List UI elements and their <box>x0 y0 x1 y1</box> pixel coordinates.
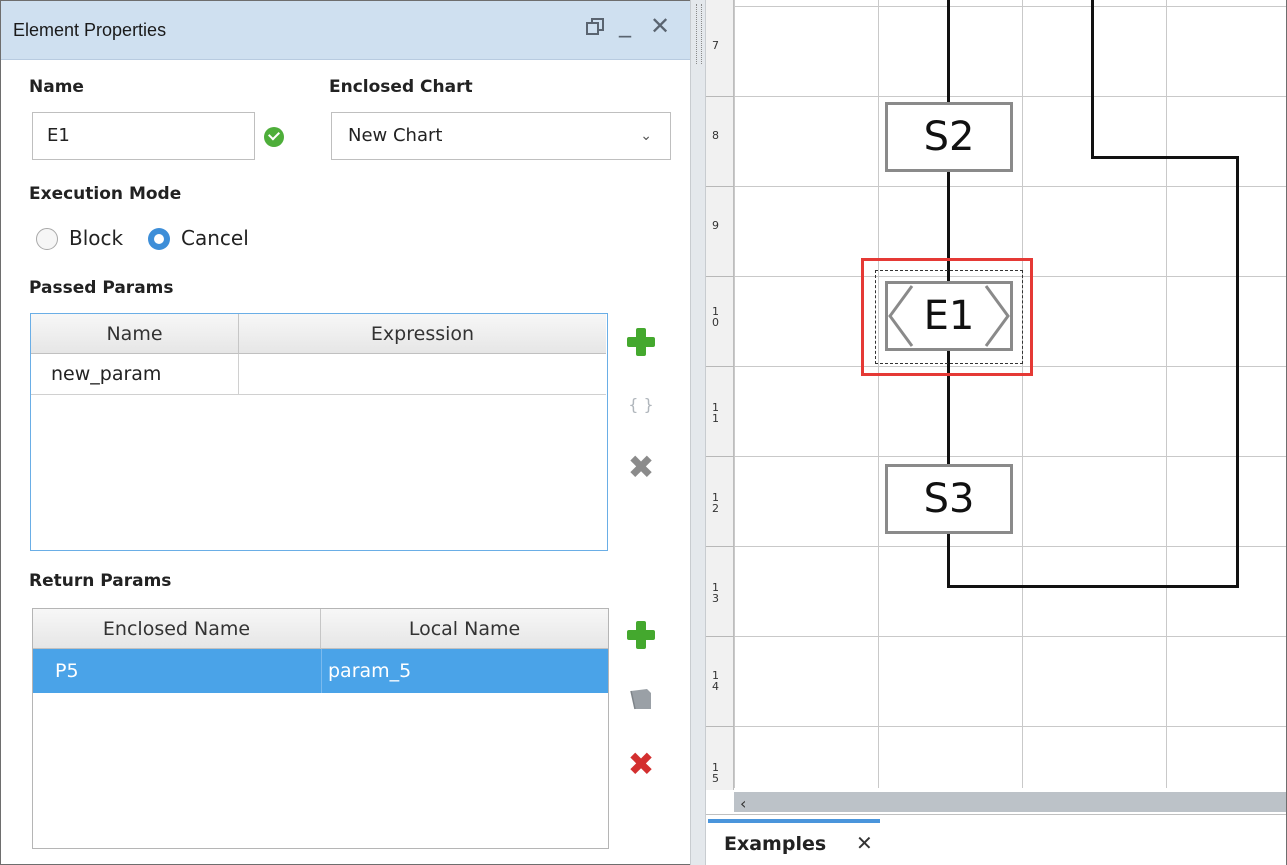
ruler-line <box>706 96 734 97</box>
document-tab-bar: Examples ✕ <box>706 814 1286 865</box>
passed-params-table: Name Expression new_param <box>30 313 608 551</box>
col-header-name[interactable]: Name <box>31 314 239 354</box>
expression-braces-button[interactable]: { } <box>627 391 655 419</box>
ruler-line <box>706 456 734 457</box>
return-params-label: Return Params <box>29 571 172 591</box>
step-s2[interactable]: S2 <box>885 102 1013 172</box>
element-properties-panel: Element Properties _ ✕ Name E1 Enclosed … <box>1 1 690 863</box>
loop-line <box>1091 0 1094 159</box>
radio-cancel-label: Cancel <box>181 226 249 250</box>
enclosing-step-e1[interactable]: E1 <box>885 281 1013 351</box>
transition-line <box>947 534 950 588</box>
ruler-line <box>706 726 734 727</box>
execution-mode-label: Execution Mode <box>29 184 182 204</box>
remove-passed-param-icon[interactable]: ✖ <box>627 451 655 483</box>
panel-title: Element Properties <box>13 20 167 40</box>
enclosed-chart-select[interactable]: New Chart ⌄ <box>331 112 671 160</box>
ruler-tick: 8 <box>712 129 719 142</box>
col-header-enclosed-name[interactable]: Enclosed Name <box>33 609 321 649</box>
plus-icon-v <box>636 328 646 356</box>
ruler-tick: 9 <box>712 219 719 232</box>
horizontal-scrollbar[interactable]: ‹ <box>734 788 1286 814</box>
enclosed-chart-label: Enclosed Chart <box>329 77 473 97</box>
step-e1-label: E1 <box>923 293 975 339</box>
ruler-tick: 7 <box>712 39 719 52</box>
scrollbar-track[interactable]: ‹ <box>734 792 1286 813</box>
cell-enclosed-name[interactable]: P5 <box>33 649 321 693</box>
ruler-line <box>706 366 734 367</box>
radio-block-label: Block <box>69 226 124 250</box>
vertical-ruler: 7 8 9 1 0 1 1 1 2 1 3 1 4 1 5 <box>706 0 734 790</box>
add-return-param-button[interactable] <box>627 621 655 649</box>
col-header-expression[interactable]: Expression <box>239 314 606 354</box>
close-panel-icon[interactable]: ✕ <box>650 14 670 38</box>
name-label: Name <box>29 77 84 97</box>
table-row[interactable]: new_param <box>31 354 606 395</box>
return-params-table: Enclosed Name Local Name P5 param_5 <box>32 608 609 849</box>
passed-params-label: Passed Params <box>29 278 174 298</box>
ruler-line <box>706 186 734 187</box>
col-header-local-name[interactable]: Local Name <box>321 609 608 649</box>
name-input[interactable]: E1 <box>32 112 255 160</box>
clear-icon[interactable] <box>627 685 655 713</box>
splitter-grip[interactable] <box>696 4 702 64</box>
table-row-selected[interactable]: P5 param_5 <box>33 649 608 693</box>
add-passed-param-button[interactable] <box>627 328 655 356</box>
scroll-left-icon[interactable]: ‹ <box>740 794 746 813</box>
plus-icon-v <box>636 621 646 649</box>
panel-titlebar: Element Properties _ ✕ <box>1 1 690 60</box>
radio-cancel[interactable] <box>148 228 170 250</box>
panel-splitter[interactable] <box>690 0 706 865</box>
remove-return-param-icon[interactable]: ✖ <box>627 748 655 780</box>
cell-local-name[interactable]: param_5 <box>321 649 608 693</box>
ruler-tick: 1 0 <box>712 305 719 329</box>
cell-expression[interactable] <box>239 354 606 394</box>
ruler-line <box>706 636 734 637</box>
chevron-down-icon: ⌄ <box>640 128 652 144</box>
enclosed-chart-value: New Chart <box>348 125 443 146</box>
ruler-tick: 1 1 <box>712 401 719 425</box>
transition-line <box>947 0 950 104</box>
ruler-tick: 1 3 <box>712 581 719 605</box>
ruler-line <box>706 276 734 277</box>
ruler-tick: 1 4 <box>712 669 719 693</box>
cell-name[interactable]: new_param <box>31 354 239 394</box>
minimize-icon[interactable]: _ <box>619 12 631 36</box>
tab-examples[interactable]: Examples ✕ <box>708 819 880 865</box>
valid-check-icon <box>264 127 284 147</box>
radio-block[interactable] <box>36 228 58 250</box>
close-tab-icon[interactable]: ✕ <box>856 831 873 855</box>
loop-line <box>947 585 1239 588</box>
tab-examples-label: Examples <box>724 833 827 855</box>
chart-canvas[interactable]: S2 E1 S3 <box>734 0 1286 790</box>
ruler-tick: 1 2 <box>712 491 719 515</box>
loop-line <box>1091 156 1239 159</box>
float-window-icon[interactable] <box>585 17 605 37</box>
step-s3[interactable]: S3 <box>885 464 1013 534</box>
loop-line <box>1236 156 1239 588</box>
ruler-tick: 1 5 <box>712 762 719 784</box>
ruler-line <box>706 546 734 547</box>
